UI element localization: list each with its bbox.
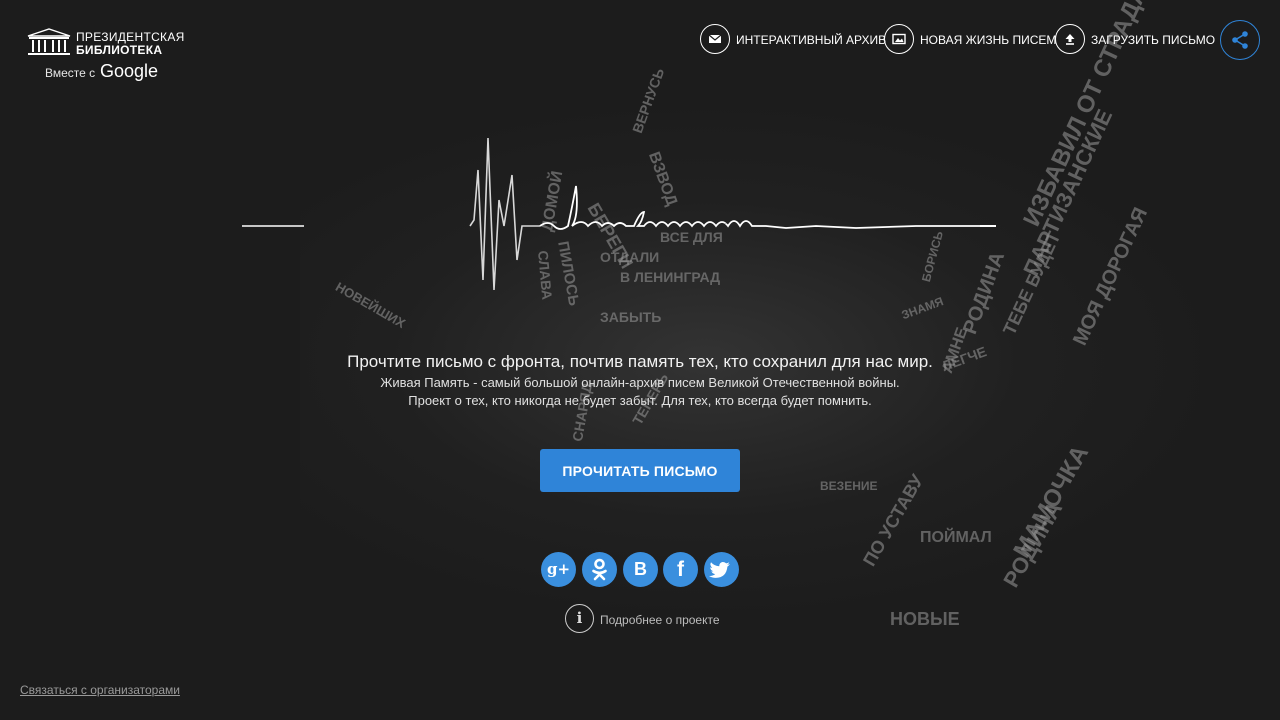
logo-title-line2: БИБЛИОТЕКА <box>76 43 163 57</box>
google-plus-glyph: g+ <box>546 560 571 578</box>
library-building-icon <box>27 28 71 55</box>
artwork-word: ВЕЗЕНИЕ <box>820 479 878 493</box>
twitter-bird-glyph <box>708 561 730 578</box>
image-icon <box>884 24 914 54</box>
upload-icon <box>1055 24 1085 54</box>
share-icon <box>1232 31 1248 49</box>
living-memory-script-logo: живая память <box>242 137 996 291</box>
google-wordmark: Google <box>100 61 159 81</box>
envelope-icon <box>700 24 730 54</box>
nav-label: НОВАЯ ЖИЗНЬ ПИСЕМ <box>920 33 1057 47</box>
facebook-glyph: f <box>677 558 684 581</box>
contact-organizers-link[interactable]: Связаться с организаторами <box>20 683 180 697</box>
landing-page: ВЕРНУСЬ ВЗВОД БЕРЕГИ СЛАВА ДОМОЙ ОТДАЛИ В ЛЕНИ… <box>0 0 1280 720</box>
vkontakte-icon[interactable]: В <box>623 552 658 587</box>
partner-prefix: Вместе с <box>45 66 96 80</box>
about-project-link[interactable]: i Подробнее о проекте <box>565 604 745 634</box>
social-share-buttons: g+ В f <box>541 552 741 588</box>
script-logo-text: живая память <box>720 223 728 225</box>
read-letter-button[interactable]: ПРОЧИТАТЬ ПИСЬМО <box>540 449 740 492</box>
info-icon: i <box>565 604 594 633</box>
artwork-word: ПОЙМАЛ <box>920 529 992 546</box>
nav-label: ЗАГРУЗИТЬ ПИСЬМО <box>1091 33 1216 47</box>
google-plus-icon[interactable]: g+ <box>541 552 576 587</box>
odnoklassniki-glyph <box>592 558 607 581</box>
odnoklassniki-icon[interactable] <box>582 552 617 587</box>
share-button[interactable] <box>1220 20 1260 60</box>
hero-description-line1: Живая Память - самый большой онлайн-архи… <box>380 375 900 390</box>
top-navigation: ИНТЕРАКТИВНЫЙ АРХИВ НОВАЯ ЖИЗНЬ ПИСЕМ ЗА… <box>700 20 1260 64</box>
artwork-word: ЗАБЫТЬ <box>600 309 662 325</box>
vkontakte-glyph: В <box>634 559 647 579</box>
twitter-icon[interactable] <box>704 552 739 587</box>
nav-label: ИНТЕРАКТИВНЫЙ АРХИВ <box>736 33 887 47</box>
hero-headline: Прочтите письмо с фронта, почтив память … <box>347 352 933 371</box>
artwork-word: НОВЫЕ <box>890 609 960 629</box>
hero-description-line2: Проект о тех, кто никогда не будет забыт… <box>408 393 872 408</box>
about-project-label: Подробнее о проекте <box>600 613 720 627</box>
facebook-icon[interactable]: f <box>663 552 698 587</box>
logo-title-line1: ПРЕЗИДЕНТСКАЯ <box>76 30 185 44</box>
